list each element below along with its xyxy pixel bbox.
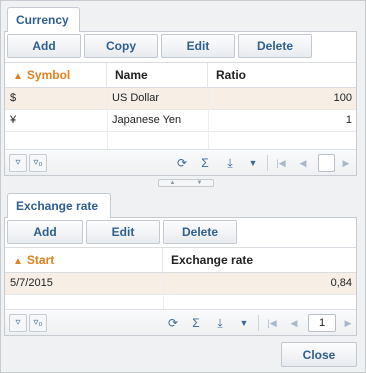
filter-clear-icon[interactable]: ▿₀ — [29, 154, 47, 172]
copy-button[interactable]: Copy — [84, 34, 158, 58]
dialog-window: Currency Add Copy Edit Delete ▲ Symbol Na… — [0, 0, 366, 373]
exchange-rate-grid-footer: ▿ ▿₀ ⟳ Σ ⤓ ▼ |◀ ◀ 1 ▶ — [5, 309, 356, 335]
cell-name: US Dollar — [112, 92, 160, 104]
currency-panel: Add Copy Edit Delete ▲ Symbol Name Ratio … — [4, 31, 357, 176]
page-number-input[interactable] — [318, 154, 335, 172]
column-header-exchange-rate[interactable]: Exchange rate — [163, 248, 358, 272]
cell-ratio: 100 — [333, 92, 352, 104]
exchange-rate-toolbar: Add Edit Delete — [7, 220, 237, 246]
cell-name: Japanese Yen — [112, 114, 182, 126]
table-row[interactable]: ¥ Japanese Yen 1 — [5, 110, 356, 132]
tab-exchange-rate[interactable]: Exchange rate — [7, 193, 111, 218]
currency-grid-footer: ▿ ▿₀ ⟳ Σ ⤓ ▼ |◀ ◀ ▶ — [5, 149, 356, 175]
page-number-input[interactable]: 1 — [308, 314, 336, 332]
first-page-icon[interactable]: |◀ — [273, 154, 289, 172]
footer-divider — [258, 315, 259, 331]
filter-icon[interactable]: ▿ — [9, 154, 27, 172]
sort-ascending-icon: ▲ — [13, 71, 23, 82]
column-divider — [208, 88, 209, 152]
first-page-icon[interactable]: |◀ — [264, 314, 280, 332]
add-button[interactable]: Add — [7, 220, 83, 244]
column-header-ratio[interactable]: Ratio — [208, 63, 358, 87]
column-divider — [163, 273, 164, 309]
column-divider — [107, 88, 108, 152]
close-button[interactable]: Close — [281, 342, 357, 367]
tab-currency[interactable]: Currency — [7, 7, 80, 32]
cell-symbol: $ — [10, 92, 17, 104]
column-header-name[interactable]: Name — [107, 63, 208, 87]
cell-start: 5/7/2015 — [10, 277, 53, 289]
tab-exchange-rate-label: Exchange rate — [16, 199, 99, 213]
refresh-icon[interactable]: ⟳ — [165, 314, 181, 332]
panel-splitter[interactable]: ▲ ▼ — [158, 179, 214, 187]
prev-page-icon[interactable]: ◀ — [286, 314, 302, 332]
exchange-rate-grid: ▲ Start Exchange rate 5/7/2015 0,84 — [5, 247, 356, 309]
exchange-rate-panel: Add Edit Delete ▲ Start Exchange rate 5/7… — [4, 217, 357, 336]
collapse-down-icon[interactable]: ▼ — [186, 180, 213, 186]
filter-icon[interactable]: ▿ — [9, 314, 27, 332]
currency-grid-header: ▲ Symbol Name Ratio — [5, 62, 356, 88]
next-page-icon[interactable]: ▶ — [340, 314, 356, 332]
sum-icon[interactable]: Σ — [188, 314, 204, 332]
filter-clear-icon[interactable]: ▿₀ — [29, 314, 47, 332]
collapse-up-icon[interactable]: ▲ — [159, 180, 186, 186]
edit-button[interactable]: Edit — [161, 34, 235, 58]
exchange-rate-grid-header: ▲ Start Exchange rate — [5, 247, 356, 273]
column-header-symbol[interactable]: ▲ Symbol — [5, 63, 107, 87]
prev-page-icon[interactable]: ◀ — [295, 154, 311, 172]
table-row[interactable]: 5/7/2015 0,84 — [5, 273, 356, 295]
currency-grid: ▲ Symbol Name Ratio $ US Dollar 100 ¥ Jap… — [5, 62, 356, 152]
tab-currency-label: Currency — [16, 13, 69, 27]
table-row[interactable]: $ US Dollar 100 — [5, 88, 356, 110]
chevron-down-icon[interactable]: ▼ — [245, 154, 261, 172]
add-button[interactable]: Add — [7, 34, 81, 58]
currency-toolbar: Add Copy Edit Delete — [7, 34, 312, 60]
cell-ratio: 1 — [345, 114, 352, 126]
sum-icon[interactable]: Σ — [197, 154, 213, 172]
footer-divider — [267, 155, 268, 171]
next-page-icon[interactable]: ▶ — [338, 154, 354, 172]
export-icon[interactable]: ⤓ — [222, 154, 238, 172]
export-icon[interactable]: ⤓ — [212, 314, 228, 332]
column-header-start[interactable]: ▲ Start — [5, 248, 163, 272]
delete-button[interactable]: Delete — [163, 220, 237, 244]
edit-button[interactable]: Edit — [86, 220, 160, 244]
delete-button[interactable]: Delete — [238, 34, 312, 58]
chevron-down-icon[interactable]: ▼ — [236, 314, 252, 332]
cell-symbol: ¥ — [10, 114, 17, 126]
cell-exchange-rate: 0,84 — [330, 277, 352, 289]
sort-ascending-icon: ▲ — [13, 256, 23, 267]
refresh-icon[interactable]: ⟳ — [174, 154, 190, 172]
